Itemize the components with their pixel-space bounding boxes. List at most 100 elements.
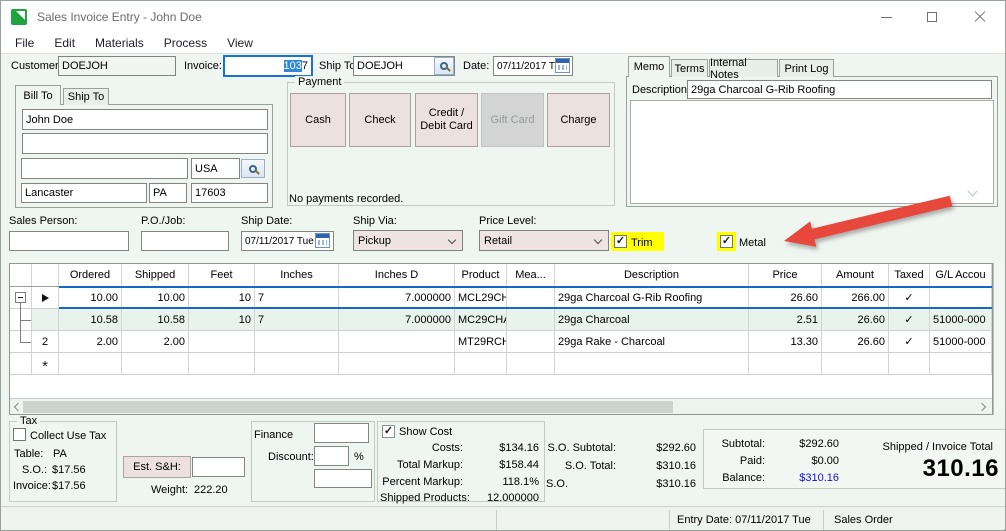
cell-feet[interactable] bbox=[189, 331, 255, 352]
bill-to-country-input[interactable] bbox=[191, 158, 240, 179]
col-measure[interactable]: Mea... bbox=[507, 264, 555, 286]
cell-description[interactable]: 29ga Charcoal G-Rib Roofing bbox=[555, 287, 749, 308]
cell-gl-account[interactable]: 51000-000 bbox=[930, 309, 992, 330]
bill-to-zip-input[interactable] bbox=[191, 183, 268, 203]
cell-inches-d[interactable]: 7.000000 bbox=[339, 309, 455, 330]
col-inches-d[interactable]: Inches D bbox=[339, 264, 455, 286]
credit-debit-button[interactable]: Credit / Debit Card bbox=[415, 93, 478, 147]
po-job-input[interactable] bbox=[141, 231, 229, 251]
tab-ship-to-address[interactable]: Ship To bbox=[63, 88, 109, 105]
cell-taxed[interactable]: ✓ bbox=[889, 287, 930, 308]
tab-print-log[interactable]: Print Log bbox=[779, 59, 834, 77]
cell-product[interactable]: MCL29CHA bbox=[455, 287, 507, 308]
cell-feet[interactable]: 10 bbox=[189, 287, 255, 308]
charge-button[interactable]: Charge bbox=[547, 93, 610, 147]
tab-terms[interactable]: Terms bbox=[671, 59, 708, 77]
invoice-number-field[interactable]: 1037 bbox=[223, 55, 313, 77]
cell-product[interactable]: MT29RCHA bbox=[455, 331, 507, 352]
col-description[interactable]: Description bbox=[555, 264, 749, 286]
tab-internal-notes[interactable]: Internal Notes bbox=[709, 59, 778, 77]
calendar-icon[interactable] bbox=[555, 58, 570, 73]
cell-amount[interactable]: 26.60 bbox=[822, 309, 889, 330]
resize-grip[interactable] bbox=[1001, 526, 1003, 528]
cell-description[interactable]: 29ga Rake - Charcoal bbox=[555, 331, 749, 352]
menu-process[interactable]: Process bbox=[154, 33, 217, 53]
cell-price[interactable]: 2.51 bbox=[749, 309, 822, 330]
bill-to-state-input[interactable] bbox=[149, 183, 187, 203]
col-product[interactable]: Product bbox=[455, 264, 507, 286]
cell-shipped[interactable]: 10.00 bbox=[122, 287, 189, 308]
row-selector-cell[interactable] bbox=[32, 287, 59, 308]
est-sh-button[interactable]: Est. S&H: bbox=[123, 456, 191, 478]
finance-input[interactable] bbox=[314, 423, 369, 443]
cell-inches-d[interactable] bbox=[339, 331, 455, 352]
bill-to-city-input[interactable] bbox=[21, 183, 147, 203]
cell-ordered[interactable]: 10.00 bbox=[59, 287, 122, 308]
minimize-button[interactable] bbox=[863, 1, 909, 33]
cell-gl-account[interactable]: 51000-000 bbox=[930, 331, 992, 352]
cell-price[interactable]: 13.30 bbox=[749, 331, 822, 352]
row-selector-cell[interactable] bbox=[32, 309, 59, 330]
cell-gl-account[interactable] bbox=[930, 287, 992, 308]
cell-measure[interactable] bbox=[507, 331, 555, 352]
menu-edit[interactable]: Edit bbox=[44, 33, 85, 53]
tab-bill-to[interactable]: Bill To bbox=[15, 85, 61, 105]
balance-value[interactable]: $310.16 bbox=[765, 472, 839, 484]
ship-to-lookup-button[interactable] bbox=[434, 57, 454, 75]
col-gl-account[interactable]: G/L Accou bbox=[930, 264, 992, 286]
scroll-left-icon[interactable] bbox=[14, 403, 22, 411]
col-feet[interactable]: Feet bbox=[189, 264, 255, 286]
discount-input[interactable] bbox=[314, 446, 349, 466]
est-sh-input[interactable] bbox=[192, 457, 245, 477]
cell-ordered[interactable]: 2.00 bbox=[59, 331, 122, 352]
new-row[interactable]: * bbox=[10, 353, 992, 375]
cell-price[interactable]: 26.60 bbox=[749, 287, 822, 308]
col-inches[interactable]: Inches bbox=[255, 264, 339, 286]
scrollbar-thumb[interactable] bbox=[23, 401, 673, 413]
cell-inches[interactable] bbox=[255, 331, 339, 352]
bill-to-line2-input[interactable] bbox=[22, 133, 268, 154]
cell-shipped[interactable]: 2.00 bbox=[122, 331, 189, 352]
country-lookup-button[interactable] bbox=[241, 159, 265, 178]
cell-product[interactable]: MC29CHA bbox=[455, 309, 507, 330]
tab-memo[interactable]: Memo bbox=[628, 56, 670, 77]
row-selector-cell[interactable]: 2 bbox=[32, 331, 59, 352]
metal-checkbox[interactable] bbox=[720, 235, 733, 248]
check-button[interactable]: Check bbox=[349, 93, 411, 147]
cash-button[interactable]: Cash bbox=[290, 93, 346, 147]
sales-person-input[interactable] bbox=[9, 231, 129, 251]
ship-via-select[interactable]: Pickup bbox=[353, 230, 463, 251]
memo-description-input[interactable] bbox=[687, 80, 992, 99]
menu-view[interactable]: View bbox=[217, 33, 263, 53]
show-cost-checkbox[interactable] bbox=[382, 425, 395, 438]
cell-amount[interactable]: 266.00 bbox=[822, 287, 889, 308]
collapse-icon[interactable] bbox=[15, 292, 26, 303]
cell-inches[interactable]: 7 bbox=[255, 309, 339, 330]
finance-extra-input[interactable] bbox=[314, 469, 372, 488]
cell-feet[interactable]: 10 bbox=[189, 309, 255, 330]
calendar-icon[interactable] bbox=[315, 233, 330, 248]
grid-horizontal-scrollbar[interactable] bbox=[10, 398, 992, 414]
scroll-right-icon[interactable] bbox=[978, 403, 986, 411]
cell-measure[interactable] bbox=[507, 309, 555, 330]
tree-cell[interactable] bbox=[10, 287, 32, 308]
grid-vertical-scrollbar[interactable] bbox=[993, 263, 1005, 415]
bill-to-street-input[interactable] bbox=[21, 158, 188, 179]
maximize-button[interactable] bbox=[909, 1, 955, 33]
cell-amount[interactable]: 26.60 bbox=[822, 331, 889, 352]
collect-use-tax-checkbox[interactable] bbox=[13, 428, 26, 441]
close-button[interactable] bbox=[957, 1, 1003, 33]
cell-taxed[interactable]: ✓ bbox=[889, 331, 930, 352]
cell-inches-d[interactable]: 7.000000 bbox=[339, 287, 455, 308]
cell-ordered[interactable]: 10.58 bbox=[59, 309, 122, 330]
price-level-select[interactable]: Retail bbox=[479, 230, 609, 251]
customer-id-field[interactable]: DOEJOH bbox=[58, 56, 176, 76]
menu-file[interactable]: File bbox=[5, 33, 44, 53]
trim-checkbox[interactable] bbox=[614, 235, 627, 248]
bill-to-name-input[interactable] bbox=[22, 109, 268, 130]
menu-materials[interactable]: Materials bbox=[85, 33, 154, 53]
col-shipped[interactable]: Shipped bbox=[122, 264, 189, 286]
col-amount[interactable]: Amount bbox=[822, 264, 889, 286]
cell-taxed[interactable]: ✓ bbox=[889, 309, 930, 330]
cell-description[interactable]: 29ga Charcoal bbox=[555, 309, 749, 330]
